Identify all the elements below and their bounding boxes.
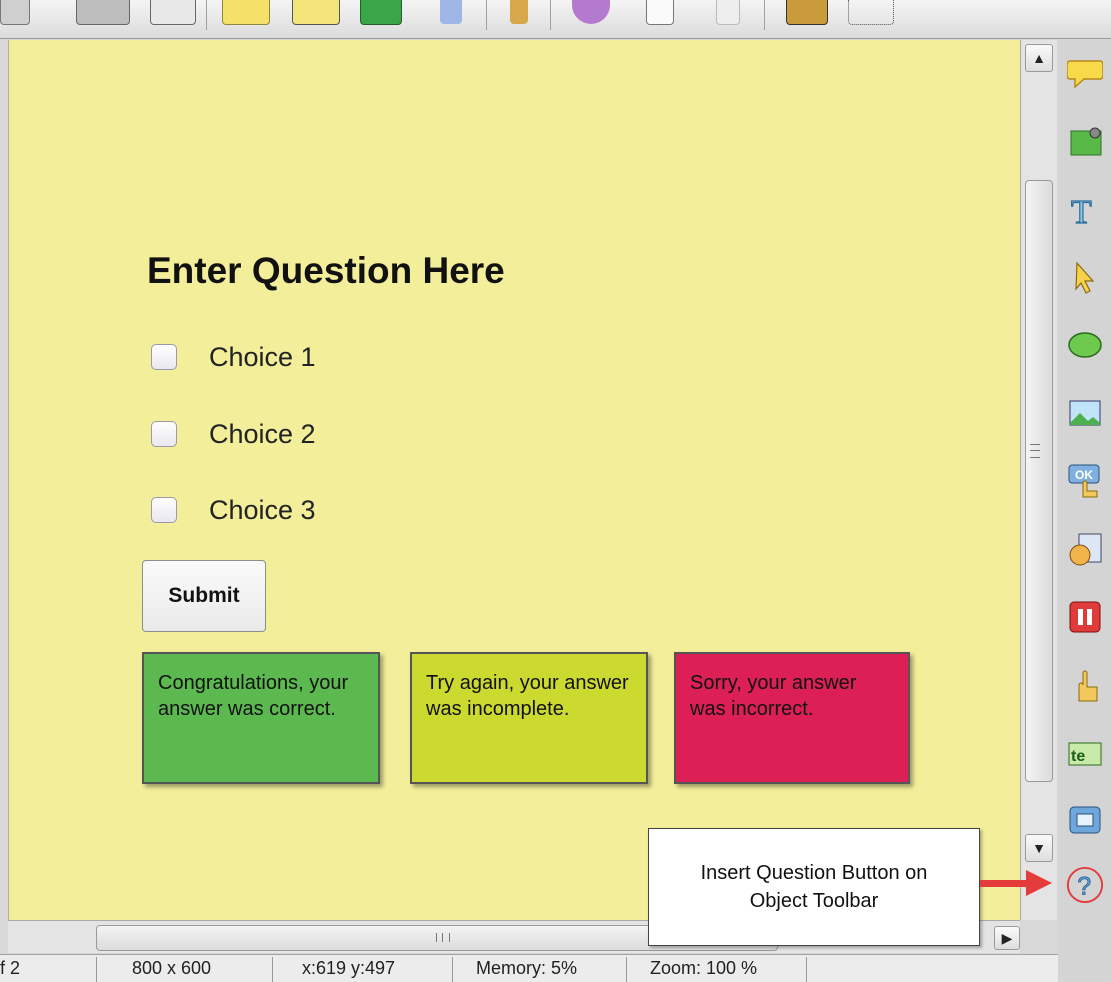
toolbar-separator [206, 0, 207, 30]
rollover-icon[interactable] [1066, 326, 1104, 364]
click-box-icon[interactable] [1066, 666, 1104, 704]
toolbar-button[interactable] [150, 0, 196, 25]
choice-checkbox[interactable] [151, 421, 177, 447]
toolbar-grid-icon[interactable] [848, 0, 894, 25]
feedback-correct-caption[interactable]: Congratulations, your answer was correct… [142, 652, 380, 784]
callout-line: Insert Question Button on [700, 862, 928, 884]
toolbar-button-active[interactable] [76, 0, 130, 25]
status-coords: x:619 y:497 [302, 958, 396, 978]
vertical-scrollbar[interactable]: ▲ ▼ [1020, 40, 1057, 920]
scroll-grip-icon [436, 933, 450, 942]
status-separator [272, 957, 273, 982]
svg-text:T: T [1071, 194, 1092, 227]
toolbar-caption-icon[interactable] [222, 0, 270, 25]
toolbar-arrow-icon[interactable] [440, 0, 462, 24]
status-bar: f 2 800 x 600 x:619 y:497 Memory: 5% Zoo… [0, 954, 1058, 982]
status-zoom: Zoom: 100 % [650, 958, 758, 978]
ok-button-icon[interactable]: OK [1066, 462, 1104, 500]
toolbar-color-icon[interactable] [572, 0, 610, 24]
animation-icon[interactable] [1066, 530, 1104, 568]
image-icon[interactable] [1066, 394, 1104, 432]
feedback-incorrect-caption[interactable]: Sorry, your answer was incorrect. [674, 652, 910, 784]
toolbar-dropdown-icon[interactable] [292, 0, 340, 25]
highlight-box-icon[interactable] [1066, 122, 1104, 160]
scroll-up-button[interactable]: ▲ [1025, 44, 1053, 72]
chevron-up-icon: ▲ [1032, 50, 1046, 66]
toolbar-separator [486, 0, 487, 30]
vertical-scroll-thumb[interactable] [1025, 180, 1053, 782]
insert-question-icon[interactable]: ? [1066, 866, 1104, 904]
feedback-incomplete-caption[interactable]: Try again, your answer was incomplete. [410, 652, 648, 784]
choice-row[interactable]: Choice 1 [151, 337, 316, 377]
slide-canvas[interactable]: Enter Question Here Choice 1 Choice 2 Ch… [8, 40, 1021, 920]
choice-label: Choice 3 [209, 494, 316, 525]
svg-text:te: te [1071, 748, 1085, 765]
choice-label: Choice 2 [209, 418, 316, 449]
toolbar-separator [764, 0, 765, 30]
status-separator [626, 957, 627, 982]
object-toolbar: T OK te ? [1058, 40, 1111, 981]
toolbar-page-disabled-icon [716, 0, 740, 25]
callout-arrow-head [1026, 870, 1052, 896]
svg-text:?: ? [1077, 874, 1091, 901]
text-entry-icon[interactable]: te [1066, 734, 1104, 772]
scroll-down-button[interactable]: ▼ [1025, 834, 1053, 862]
status-separator [96, 957, 97, 982]
pause-icon[interactable] [1066, 598, 1104, 636]
toolbar-pen-icon[interactable] [510, 0, 528, 24]
caption-icon[interactable] [1066, 54, 1104, 92]
scroll-grip-icon [1030, 444, 1040, 458]
callout-box: Insert Question Button on Object Toolbar [648, 828, 980, 946]
cursor-icon[interactable] [1066, 258, 1104, 296]
zoom-icon[interactable] [1066, 802, 1104, 840]
choice-label: Choice 1 [209, 341, 316, 372]
chevron-right-icon: ▶ [1001, 929, 1013, 946]
toolbar-button[interactable] [0, 0, 30, 25]
toolbar-image-icon[interactable] [360, 0, 402, 25]
toolbar-filmstrip-icon[interactable] [786, 0, 828, 25]
status-memory: Memory: 5% [476, 958, 578, 978]
choice-checkbox[interactable] [151, 344, 177, 370]
chevron-down-icon: ▼ [1032, 840, 1046, 856]
scroll-right-button[interactable]: ▶ [994, 926, 1020, 950]
status-size: 800 x 600 [132, 958, 212, 978]
svg-text:OK: OK [1075, 468, 1093, 482]
main-toolbar [0, 0, 1111, 39]
choice-row[interactable]: Choice 3 [151, 490, 316, 530]
question-title[interactable]: Enter Question Here [147, 250, 505, 292]
callout-arrow [980, 880, 1030, 887]
text-icon[interactable]: T [1066, 190, 1104, 228]
status-separator [806, 957, 807, 982]
status-slide: f 2 [0, 958, 21, 978]
choice-row[interactable]: Choice 2 [151, 414, 316, 454]
callout-line: Object Toolbar [749, 890, 879, 912]
status-separator [452, 957, 453, 982]
choice-checkbox[interactable] [151, 497, 177, 523]
submit-button[interactable]: Submit [142, 560, 266, 632]
toolbar-page-icon[interactable] [646, 0, 674, 25]
toolbar-separator [550, 0, 551, 30]
